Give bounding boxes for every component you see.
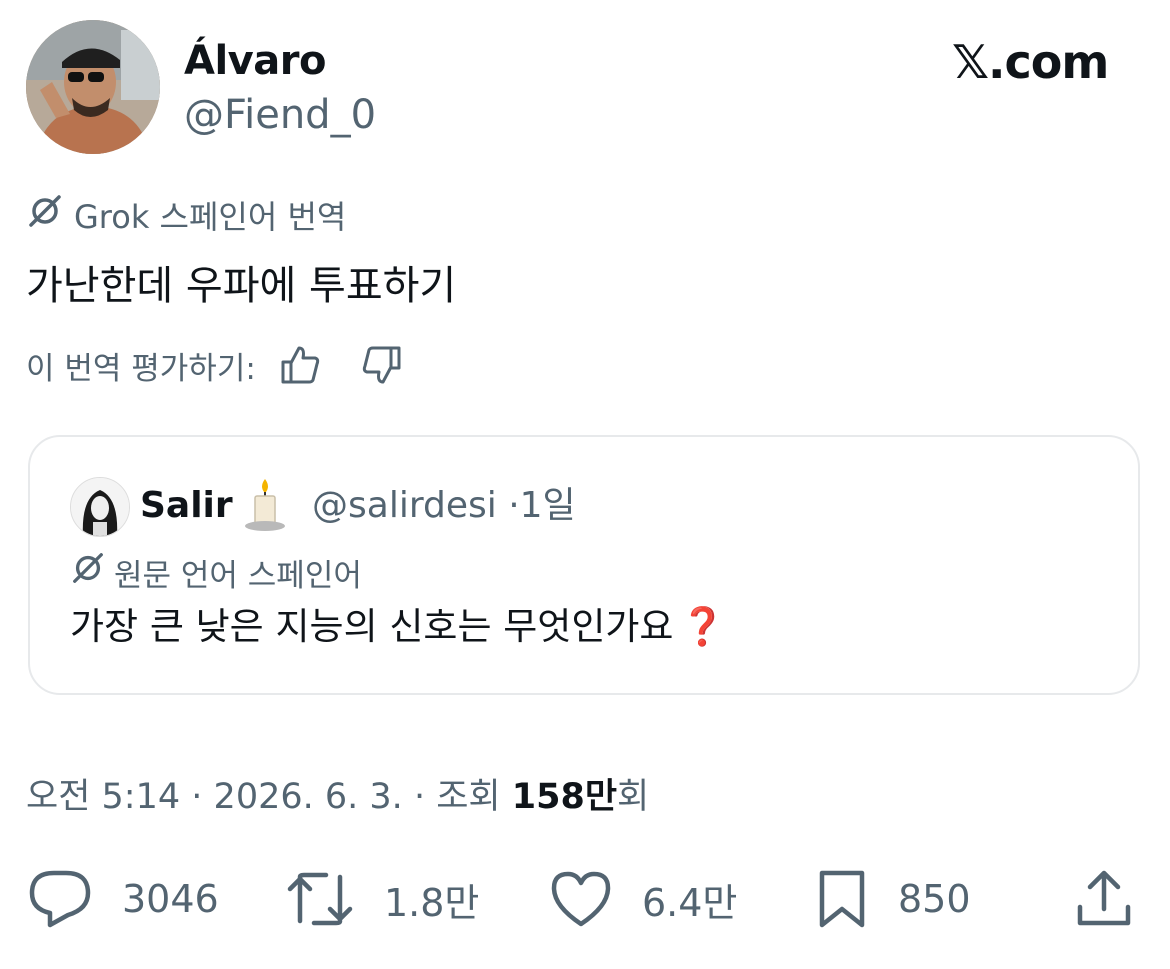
like-button[interactable]: 6.4만 xyxy=(550,866,737,932)
bookmark-button[interactable]: 850 xyxy=(816,866,971,932)
timestamp-row: 오전 5:14 · 2026. 6. 3. · 조회 158만회 xyxy=(26,772,649,822)
candle-emoji-icon xyxy=(242,477,288,533)
grok-translation-text: Grok 스페인어 번역 xyxy=(74,198,347,236)
repost-icon xyxy=(287,872,353,926)
author-avatar[interactable] xyxy=(26,20,160,154)
quoted-author-avatar[interactable] xyxy=(70,477,130,537)
grok-icon xyxy=(70,550,106,594)
quoted-time[interactable]: 1일 xyxy=(520,485,576,526)
thumbs-up-icon[interactable] xyxy=(276,341,324,389)
separator-dot: · xyxy=(413,777,426,817)
author-display-name[interactable]: Álvaro xyxy=(184,38,326,84)
tweet-date[interactable]: 2026. 6. 3. xyxy=(214,777,403,817)
like-count: 6.4만 xyxy=(642,880,738,925)
share-button[interactable] xyxy=(1076,866,1132,932)
quoted-tweet-text: 가장 큰 낮은 지능의 신호는 무엇인가요 ❓ xyxy=(70,601,726,653)
grok-translation-label: Grok 스페인어 번역 xyxy=(26,194,346,236)
heart-icon xyxy=(551,871,611,927)
bookmark-icon xyxy=(819,870,865,928)
reply-count: 3046 xyxy=(122,877,219,921)
rate-translation-row: 이 번역 평가하기: xyxy=(26,340,406,390)
bookmark-count: 850 xyxy=(898,877,971,921)
author-handle[interactable]: @Fiend_0 xyxy=(184,92,376,138)
quoted-language-text: 원문 언어 스페인어 xyxy=(114,557,362,594)
separator-dot: · xyxy=(191,777,203,817)
quoted-separator: · xyxy=(508,485,520,526)
views-suffix: 회 xyxy=(617,777,650,817)
tweet-text: 가난한데 우파에 투표하기 xyxy=(26,263,457,309)
rate-translation-label: 이 번역 평가하기: xyxy=(26,350,256,387)
tweet-time[interactable]: 오전 5:14 xyxy=(26,777,180,817)
repost-button[interactable]: 1.8만 xyxy=(286,866,479,932)
reply-button[interactable]: 3046 xyxy=(28,866,219,932)
quoted-meta: @salirdesi ·1일 xyxy=(312,481,576,531)
x-com-logo: 𝕏.com xyxy=(952,35,1109,89)
views-label: 조회 xyxy=(436,777,501,817)
quoted-tweet-card[interactable]: Salir @salirdesi ·1일 원문 언어 스페인어 가장 큰 낮은 … xyxy=(28,435,1140,695)
quoted-author-name[interactable]: Salir xyxy=(140,481,233,531)
grok-icon xyxy=(26,192,64,238)
views-count: 158만 xyxy=(511,777,618,817)
quoted-language-note: 원문 언어 스페인어 xyxy=(70,550,362,594)
quoted-author-handle[interactable]: @salirdesi xyxy=(312,485,497,526)
quoted-text-body: 가장 큰 낮은 지능의 신호는 무엇인가요 xyxy=(70,605,674,648)
action-bar: 3046 1.8만 6.4만 850 xyxy=(0,866,1170,932)
question-mark-emoji: ❓ xyxy=(679,605,726,648)
repost-count: 1.8만 xyxy=(384,880,480,925)
thumbs-down-icon[interactable] xyxy=(358,341,406,389)
reply-icon xyxy=(29,870,91,928)
share-icon xyxy=(1077,870,1131,926)
